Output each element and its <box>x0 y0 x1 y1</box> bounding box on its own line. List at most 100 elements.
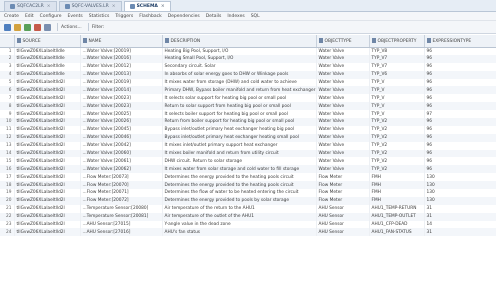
cell-objectproperty[interactable]: TYP_V2 <box>369 165 425 174</box>
cell-objectproperty[interactable]: TYP_V <box>369 78 425 87</box>
cell-source[interactable]: tllGvwZ06XLalaeltlld2l <box>14 196 81 205</box>
cell-description[interactable]: It selects solar support for heating big… <box>162 94 317 103</box>
cell-objectproperty[interactable]: TYP_V2 <box>369 149 425 158</box>
cell-objectproperty[interactable]: TYP_V2 <box>369 125 425 134</box>
cell-source[interactable]: tllGvwZ06XLalaeltlldle <box>14 47 81 55</box>
cell-objecttype[interactable]: AHU Sensor <box>316 228 370 237</box>
table-row[interactable]: 6 tllGvwZ06XLalaeltlld2l ...Water Valve:[2… <box>0 86 496 95</box>
table-row[interactable]: 2 tllGvwZ06XLalaeltlldle ...Water Valve:[2… <box>0 54 496 63</box>
cell-name[interactable]: ...Water Valve:[20042] <box>80 141 163 150</box>
table-row[interactable]: 10 tllGvwZ06XLalaeltlld2l ...Water Valve:[… <box>0 118 496 126</box>
cell-description[interactable]: Bypass inlet/outlet primary heat exchang… <box>162 133 317 142</box>
cell-objectproperty[interactable]: TYP_V2 <box>369 157 425 166</box>
cell-description[interactable]: It mixes boiler manifold and return from… <box>162 149 317 158</box>
cell-description[interactable]: It mixes inlet/outlet primary support he… <box>162 141 317 150</box>
cell-objecttype[interactable]: AHU Sensor <box>316 204 370 213</box>
cell-expressiontype[interactable]: 96 <box>424 86 496 95</box>
menu-item[interactable]: Details <box>206 14 222 19</box>
cell-name[interactable]: ...Flow Meter:[20071] <box>80 189 163 197</box>
table-row[interactable]: 12 tllGvwZ06XLalaeltlld2l ...Water Valve:[… <box>0 133 496 142</box>
document-tab[interactable]: SCHEMA × <box>123 1 171 11</box>
cell-objecttype[interactable]: AHU Sensor <box>316 212 370 221</box>
cell-source[interactable]: tllGvwZ06XLalaeltlld2l <box>14 133 81 142</box>
cell-objecttype[interactable]: Water Valve <box>316 157 370 166</box>
cell-objecttype[interactable]: Water Valve <box>316 118 370 126</box>
menu-item[interactable]: SQL <box>251 14 260 19</box>
cell-expressiontype[interactable]: 96 <box>424 118 496 126</box>
document-tab[interactable]: SQFC-VALVES.LR × <box>58 1 122 11</box>
cell-objecttype[interactable]: Water Valve <box>316 62 370 71</box>
menu-item[interactable]: Events <box>67 14 82 19</box>
cell-description[interactable]: Primary DHW, Bypass boiler manifold and … <box>162 86 317 95</box>
cell-source[interactable]: tllGvwZ06XLalaeltlld2l <box>14 110 81 119</box>
table-row[interactable]: 8 tllGvwZ06XLalaeltlld2l ...Water Valve:[2… <box>0 102 496 111</box>
cell-source[interactable]: tllGvwZ06XLalaeltlldle <box>14 70 81 79</box>
cell-objectproperty[interactable]: TYP_V2 <box>369 118 425 126</box>
column-header-name[interactable]: NAME <box>80 35 163 48</box>
actions-menu[interactable]: Actions... <box>61 25 82 30</box>
cell-source[interactable]: tllGvwZ06XLalaeltlld2l <box>14 118 81 126</box>
cell-expressiontype[interactable]: 130 <box>424 196 496 205</box>
cell-expressiontype[interactable]: 31 <box>424 204 496 213</box>
cell-objecttype[interactable]: Water Valve <box>316 47 370 55</box>
cell-description[interactable]: In absorbs of solar energy goes to DHW o… <box>162 70 317 79</box>
cell-objectproperty[interactable]: AHU1_TEMP-OUTLET <box>369 212 425 221</box>
cell-name[interactable]: ...Water Valve:[20012] <box>80 62 163 71</box>
close-icon[interactable]: × <box>161 4 165 9</box>
cell-objecttype[interactable]: Water Valve <box>316 78 370 87</box>
cell-objectproperty[interactable]: TYP_V6 <box>369 70 425 79</box>
table-row[interactable]: 13 tllGvwZ06XLalaeltlld2l ...Water Valve:[… <box>0 141 496 150</box>
cell-name[interactable]: ...Water Valve:[20045] <box>80 125 163 134</box>
table-row[interactable]: 21 tllGvwZ06XLalaeltlld2l ...Temperature S… <box>0 204 496 213</box>
data-grid[interactable]: SOURCE NAME DESCRIPTION OBJECTTYPE OBJEC… <box>0 35 496 307</box>
cell-objecttype[interactable]: AHU Sensor <box>316 220 370 229</box>
add-row-icon[interactable] <box>24 23 31 31</box>
cell-source[interactable]: tllGvwZ06XLalaeltlld2l <box>14 141 81 150</box>
table-row[interactable]: 5 tllGvwZ06XLalaeltlld2l ...Water Valve:[2… <box>0 78 496 87</box>
cell-name[interactable]: ...Water Valve:[20061] <box>80 157 163 166</box>
menu-item[interactable]: Statistics <box>89 14 110 19</box>
cell-expressiontype[interactable]: 96 <box>424 94 496 103</box>
table-row[interactable]: 11 tllGvwZ06XLalaeltlld2l ...Water Valve:[… <box>0 125 496 134</box>
column-header-description[interactable]: DESCRIPTION <box>162 35 317 48</box>
cell-description[interactable]: Bypass inlet/outlet primary heat exchang… <box>162 125 317 134</box>
table-row[interactable]: 23 tllGvwZ06XLalaeltlld2l ...AHU Sensor:[2… <box>0 220 496 229</box>
cell-objectproperty[interactable]: FMH <box>369 181 425 190</box>
cell-objectproperty[interactable]: TYP_V <box>369 102 425 111</box>
cell-description[interactable]: Heating Big Pool, Support, I/O <box>162 47 317 55</box>
cell-objectproperty[interactable]: TYP_V <box>369 110 425 119</box>
cell-source[interactable]: tllGvwZ06XLalaeltlld2l <box>14 149 81 158</box>
cell-source[interactable]: tllGvwZ06XLalaeltlld2l <box>14 78 81 87</box>
cell-expressiontype[interactable]: 97 <box>424 110 496 119</box>
cell-name[interactable]: ...Water Valve:[20013] <box>80 70 163 79</box>
cell-description[interactable]: Y-angle value in the dead zone <box>162 220 317 229</box>
cell-name[interactable]: ...AHU Sensor:[27016] <box>80 228 163 237</box>
cell-name[interactable]: ...Temperature Sensor:[20080] <box>80 204 163 213</box>
menu-item[interactable]: Create <box>4 14 19 19</box>
cell-objectproperty[interactable]: AHU1_CFP-DEAD <box>369 220 425 229</box>
menu-item[interactable]: Edit <box>25 14 34 19</box>
cell-expressiontype[interactable]: 96 <box>424 102 496 111</box>
cell-expressiontype[interactable]: 96 <box>424 157 496 166</box>
cell-objecttype[interactable]: Water Valve <box>316 54 370 63</box>
cell-expressiontype[interactable]: 31 <box>424 228 496 237</box>
cell-objectproperty[interactable]: FMH <box>369 173 425 182</box>
cell-objecttype[interactable]: Flow Meter <box>316 196 370 205</box>
cell-objecttype[interactable]: Water Valve <box>316 133 370 142</box>
cell-description[interactable]: DHW circuit. Return to solar storage <box>162 157 317 166</box>
cell-name[interactable]: ...Water Valve:[20014] <box>80 86 163 95</box>
cell-objecttype[interactable]: Water Valve <box>316 141 370 150</box>
table-row[interactable]: 4 tllGvwZ06XLalaeltlldle ...Water Valve:[2… <box>0 70 496 79</box>
cell-objecttype[interactable]: Flow Meter <box>316 181 370 190</box>
table-row[interactable]: 22 tllGvwZ06XLalaeltlld2l ...Temperature S… <box>0 212 496 221</box>
cell-objecttype[interactable]: Water Valve <box>316 102 370 111</box>
table-row[interactable]: 24 tllGvwZ06XLalaeltlld2l ...AHU Sensor:[2… <box>0 228 496 237</box>
cell-source[interactable]: tllGvwZ06XLalaeltlld2l <box>14 220 81 229</box>
cell-source[interactable]: tllGvwZ06XLalaeltlld2l <box>14 189 81 197</box>
cell-objectproperty[interactable]: AHU1_FAN-STATUS <box>369 228 425 237</box>
cell-objecttype[interactable]: Flow Meter <box>316 173 370 182</box>
cell-objecttype[interactable]: Water Valve <box>316 86 370 95</box>
cell-name[interactable]: ...Water Valve:[20062] <box>80 165 163 174</box>
cell-description[interactable]: Return from boiler support for heating b… <box>162 118 317 126</box>
cell-objectproperty[interactable]: TYP_V8 <box>369 47 425 55</box>
